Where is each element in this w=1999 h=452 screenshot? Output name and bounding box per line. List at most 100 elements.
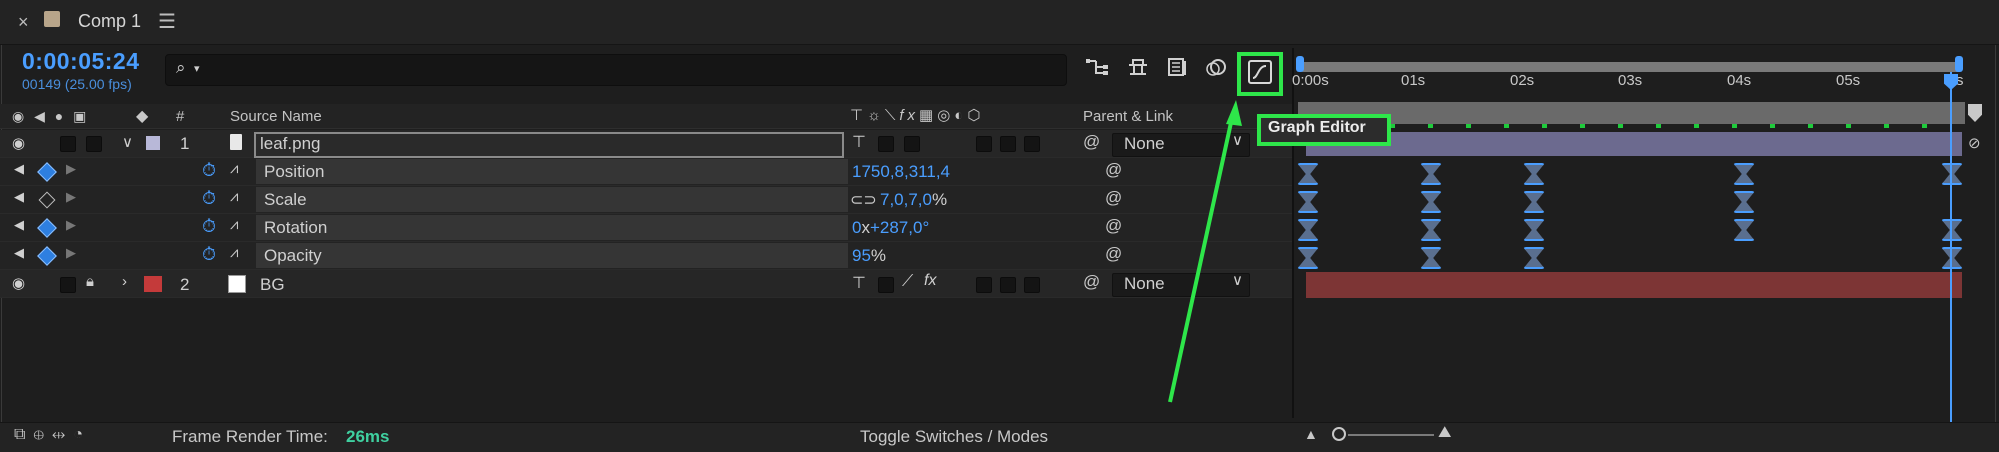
zoom-out-mountain-icon[interactable]: ▲ — [1304, 426, 1318, 442]
layer-1-name-field[interactable] — [254, 132, 844, 158]
3d-layer-switch-icon[interactable]: ⬡ — [967, 107, 984, 124]
scale-pickwhip-spiral-icon[interactable]: @ — [1105, 188, 1122, 208]
layer-1-expand-chevron-down-icon[interactable]: ∨ — [122, 133, 133, 151]
scale-value[interactable]: 7,0,7,0 — [880, 190, 932, 209]
position-stopwatch-icon[interactable]: ⏱ — [202, 160, 216, 181]
layer-2-3d-switch[interactable] — [1024, 277, 1040, 293]
layer-1-audio-toggle[interactable] — [60, 136, 76, 152]
layer-1-collapse-switch[interactable] — [878, 136, 894, 152]
layer-1-comp-button-icon[interactable]: ⊘ — [1968, 134, 1981, 152]
comp-tab-title[interactable]: Comp 1 — [78, 11, 141, 32]
layer-search-input[interactable] — [165, 54, 1067, 86]
number-column-header[interactable]: # — [176, 108, 184, 125]
layer-1-motion-blur-switch[interactable] — [976, 136, 992, 152]
effects-switch-icon[interactable]: fx — [899, 107, 919, 124]
layer-switches-pane-icon[interactable]: ⧉ — [14, 426, 33, 443]
layer-2-effects-switch-icon[interactable]: fx — [924, 272, 936, 290]
layer-1-duration-bar[interactable] — [1306, 132, 1962, 156]
layer-1-lock-toggle[interactable] — [86, 136, 102, 152]
work-area-bar[interactable] — [1298, 102, 1965, 124]
motion-blur-switch-icon[interactable]: ◎ — [937, 107, 954, 124]
rotation-stopwatch-icon[interactable]: ⏱ — [202, 216, 216, 237]
layer-2-label-color[interactable] — [144, 276, 162, 292]
toggle-switches-modes-button[interactable]: Toggle Switches / Modes — [860, 427, 1048, 447]
layer-1-pickwhip-spiral-icon[interactable]: @ — [1083, 132, 1100, 152]
transfer-controls-pane-icon[interactable]: ⊕ — [33, 426, 51, 443]
layer-2-audio-toggle[interactable] — [60, 277, 76, 293]
layer-1-adjustment-switch[interactable] — [1000, 136, 1016, 152]
opacity-stopwatch-icon[interactable]: ⏱ — [202, 244, 216, 265]
layer-2-expand-chevron-right-icon[interactable]: › — [122, 273, 127, 290]
layer-1-visibility-eye-icon[interactable]: ◉ — [12, 134, 25, 152]
layer-2-collapse-switch[interactable] — [878, 277, 894, 293]
opacity-pickwhip-spiral-icon[interactable]: @ — [1105, 244, 1122, 264]
zoom-in-mountain-icon[interactable]: ⛰︎ — [1438, 424, 1451, 442]
layer-2-visibility-eye-icon[interactable]: ◉ — [12, 274, 25, 292]
layer-1-name[interactable]: leaf.png — [260, 134, 321, 154]
position-pickwhip-spiral-icon[interactable]: @ — [1105, 160, 1122, 180]
position-value[interactable]: 1750,8,311,4 — [852, 162, 950, 182]
rotation-graph-icon[interactable]: ⩘ — [230, 216, 238, 233]
current-time-display[interactable]: 0:00:05:24 — [22, 48, 140, 75]
position-graph-icon[interactable]: ⩘ — [230, 160, 238, 177]
rotation-prev-keyframe-icon[interactable]: ◀ — [14, 217, 24, 233]
in-out-pane-icon[interactable]: ⇹ — [52, 426, 73, 443]
layer-1-3d-switch[interactable] — [1024, 136, 1040, 152]
opacity-prev-keyframe-icon[interactable]: ◀ — [14, 245, 24, 261]
label-tag-icon[interactable]: ◆ — [136, 106, 148, 126]
search-dropdown-icon[interactable]: ▾ — [194, 62, 200, 75]
layer-1-quality-switch[interactable] — [904, 136, 920, 152]
time-navigator-start-handle[interactable] — [1296, 56, 1304, 72]
layer-2-lock-icon[interactable]: 🔒︎ — [86, 273, 94, 290]
audio-icon[interactable]: ◀ — [34, 108, 45, 124]
panel-menu-icon[interactable]: ☰ — [158, 9, 176, 34]
frame-blend-switch-icon[interactable]: ▦ — [919, 107, 937, 124]
layer-2-adjustment-switch[interactable] — [1000, 277, 1016, 293]
scale-constrain-link-icon[interactable]: ⊂⊃ — [850, 190, 877, 210]
render-time-pane-icon[interactable]: ◔ — [73, 426, 91, 443]
layer-2-duration-bar[interactable] — [1306, 272, 1962, 298]
zoom-slider-track[interactable] — [1348, 434, 1434, 436]
rotation-next-keyframe-icon[interactable]: ▶ — [66, 217, 76, 233]
collapse-switch-icon[interactable]: ☼ — [867, 107, 885, 124]
comp-flowchart-icon[interactable] — [1084, 56, 1112, 82]
current-time-indicator-line[interactable] — [1950, 72, 1952, 422]
shy-layers-icon[interactable] — [1124, 56, 1152, 82]
parent-link-column-header[interactable]: Parent & Link — [1083, 108, 1173, 125]
layer-2-parent-chevron-down-icon[interactable]: ∨ — [1232, 271, 1243, 289]
layer-2-motion-blur-switch[interactable] — [976, 277, 992, 293]
opacity-value[interactable]: 95 — [852, 246, 871, 265]
time-navigator-bar[interactable] — [1298, 62, 1963, 72]
layer-1-shy-switch-icon[interactable]: ⊤ — [852, 132, 866, 152]
opacity-next-keyframe-icon[interactable]: ▶ — [66, 245, 76, 261]
layer-2-quality-switch-icon[interactable]: ⟋ — [902, 273, 913, 291]
position-prev-keyframe-icon[interactable]: ◀ — [14, 161, 24, 177]
layer-1-label-color[interactable] — [146, 136, 160, 150]
layer-2-pickwhip-spiral-icon[interactable]: @ — [1083, 272, 1100, 292]
scale-stopwatch-icon[interactable]: ⏱ — [202, 188, 216, 209]
time-navigator-end-handle[interactable] — [1955, 56, 1963, 72]
search-icon[interactable]: ⌕ — [176, 58, 186, 78]
scale-prev-keyframe-icon[interactable]: ◀ — [14, 189, 24, 205]
lock-icon[interactable]: ▣ — [73, 108, 86, 124]
position-next-keyframe-icon[interactable]: ▶ — [66, 161, 76, 177]
scale-graph-icon[interactable]: ⩘ — [230, 188, 238, 205]
close-tab-button[interactable]: × — [18, 12, 29, 33]
source-name-column-header[interactable]: Source Name — [230, 108, 322, 125]
motion-blur-icon[interactable] — [1202, 56, 1230, 82]
adjustment-switch-icon[interactable]: ◐ — [954, 107, 967, 124]
zoom-slider-handle[interactable] — [1332, 427, 1346, 441]
eye-icon[interactable]: ◉ — [12, 108, 24, 124]
layer-2-shy-switch-icon[interactable]: ⊤ — [852, 273, 866, 293]
layer-1-parent-chevron-down-icon[interactable]: ∨ — [1232, 131, 1243, 149]
rotation-degrees[interactable]: +287,0 — [870, 218, 922, 237]
layer-2-name[interactable]: BG — [260, 275, 285, 295]
solo-icon[interactable]: ● — [55, 108, 63, 124]
scale-next-keyframe-icon[interactable]: ▶ — [66, 189, 76, 205]
rotation-pickwhip-spiral-icon[interactable]: @ — [1105, 216, 1122, 236]
opacity-graph-icon[interactable]: ⩘ — [230, 244, 238, 261]
shy-switch-icon[interactable]: ⊤ — [850, 107, 867, 124]
timeline-divider[interactable] — [1292, 48, 1294, 418]
graph-editor-icon[interactable] — [1248, 60, 1272, 84]
quality-switch-icon[interactable]: ⟍ — [885, 107, 900, 124]
